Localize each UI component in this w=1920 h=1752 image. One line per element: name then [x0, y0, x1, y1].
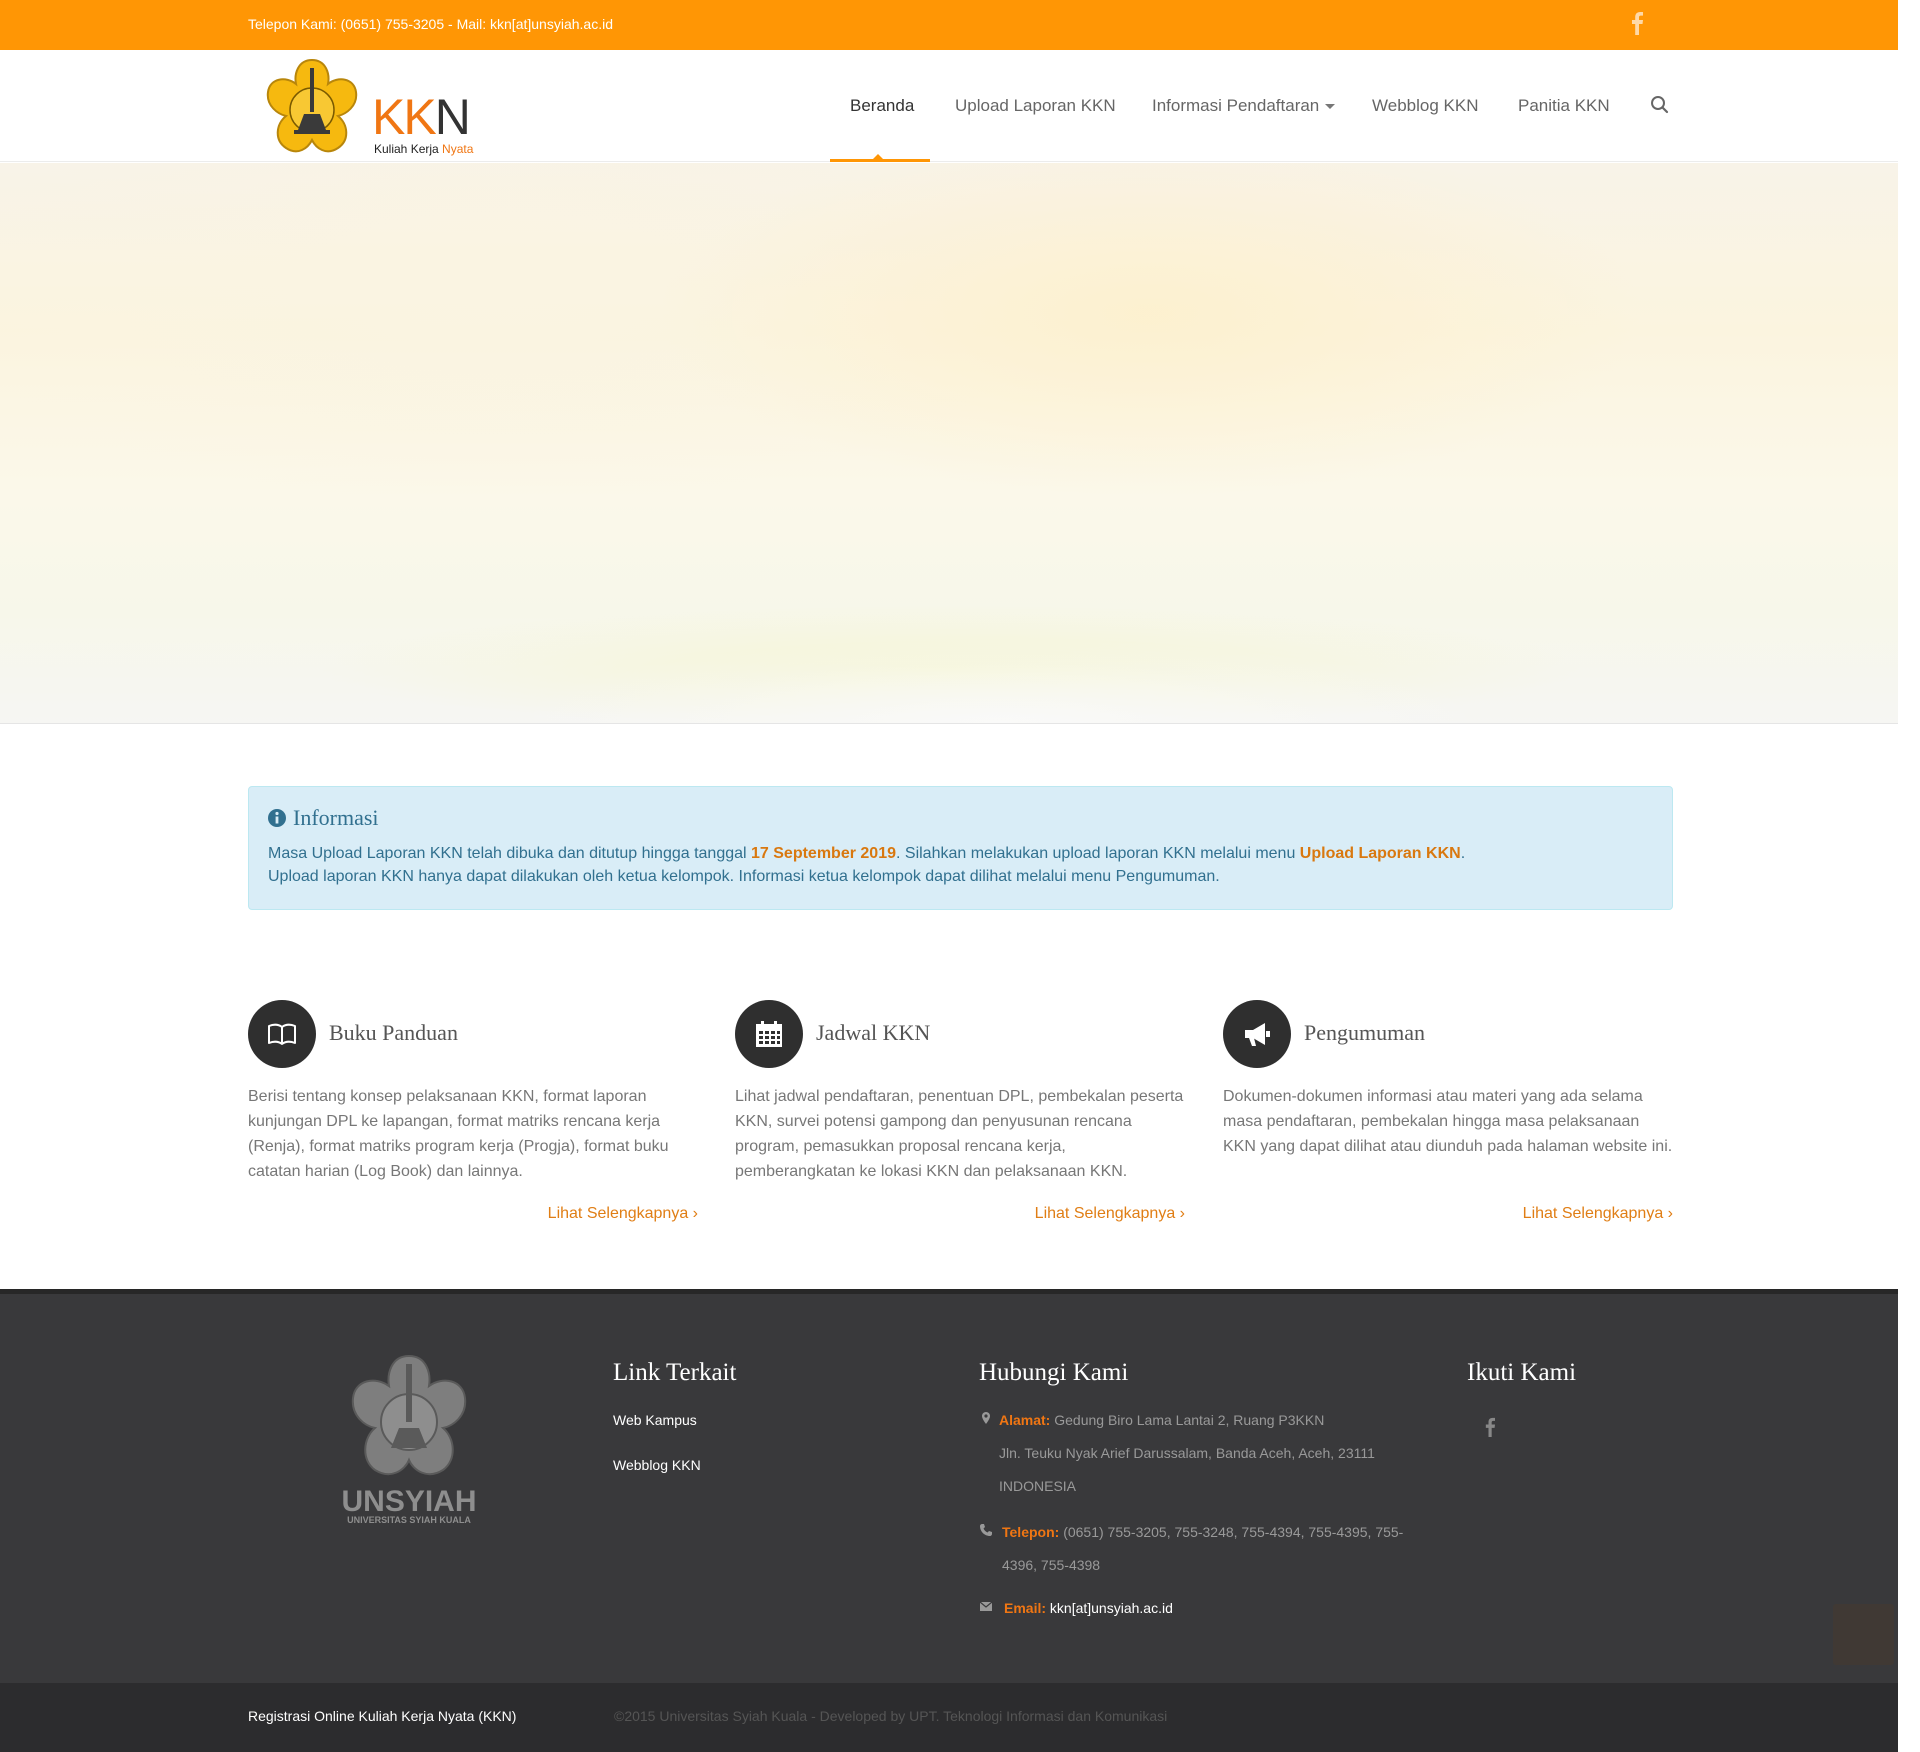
- logo-kk: KK: [372, 89, 437, 145]
- info-line-1-text-a: Masa Upload Laporan KKN telah dibuka dan…: [268, 845, 752, 862]
- info-title-text: Informasi: [293, 805, 379, 830]
- nav-item-informasi-label: Informasi Pendaftaran: [1152, 96, 1320, 115]
- map-marker-icon: [982, 1412, 990, 1424]
- info-icon: [268, 809, 286, 827]
- address-line-2: Jln. Teuku Nyak Arief Darussalam, Banda …: [999, 1445, 1375, 1461]
- top-bar-contact: Telepon Kami: (0651) 755-3205 - Mail: kk…: [248, 16, 613, 32]
- nav-item-panitia[interactable]: Panitia KKN: [1518, 96, 1610, 116]
- unsyiah-logo-subtext: UNIVERSITAS SYIAH KUALA: [347, 1515, 471, 1525]
- nav-item-upload-laporan[interactable]: Upload Laporan KKN: [955, 96, 1116, 116]
- top-bar: Telepon Kami: (0651) 755-3205 - Mail: kk…: [0, 0, 1898, 50]
- header: KKN Kuliah Kerja Nyata Beranda Upload La…: [0, 50, 1898, 162]
- megaphone-icon: [1245, 1023, 1270, 1046]
- phone-line-2: 4396, 755-4398: [1002, 1557, 1101, 1573]
- calendar-icon: [756, 1021, 782, 1047]
- logo-tagline-main: Kuliah Kerja: [374, 142, 443, 156]
- copyright-site-name: Registrasi Online Kuliah Kerja Nyata (KK…: [248, 1708, 517, 1724]
- feature-icon-circle: [735, 1000, 803, 1068]
- caret-down-icon: [1325, 104, 1336, 110]
- logo-tagline-accent: Nyata: [442, 142, 474, 156]
- address-label: Alamat:: [999, 1412, 1051, 1428]
- facebook-icon[interactable]: [1630, 11, 1644, 35]
- unsyiah-logo: UNSYIAH UNIVERSITAS SYIAH KUALA: [341, 1354, 477, 1525]
- phone-line-1: (0651) 755-3205, 755-3248, 755-4394, 755…: [1063, 1524, 1404, 1540]
- link-web-kampus[interactable]: Web Kampus: [613, 1412, 697, 1428]
- phone-label: Telepon:: [1002, 1524, 1060, 1540]
- nav-item-beranda[interactable]: Beranda: [850, 96, 914, 116]
- search-icon[interactable]: [1649, 94, 1671, 116]
- feature-description: Berisi tentang konsep pelaksanaan KKN, f…: [248, 1088, 669, 1180]
- book-icon: [268, 1023, 296, 1045]
- info-line-1-text-b: . Silahkan melakukan upload laporan KKN …: [896, 845, 1300, 862]
- logo-tagline: Kuliah Kerja Nyata: [374, 142, 473, 156]
- unsyiah-logo-text: UNSYIAH: [341, 1485, 476, 1518]
- nav-item-webblog[interactable]: Webblog KKN: [1372, 96, 1478, 116]
- nav-item-informasi-pendaftaran[interactable]: Informasi Pendaftaran: [1152, 96, 1336, 116]
- link-webblog-kkn[interactable]: Webblog KKN: [613, 1457, 701, 1473]
- feature-title: Pengumuman: [1304, 1020, 1425, 1045]
- page: Telepon Kami: (0651) 755-3205 - Mail: kk…: [0, 0, 1898, 1752]
- info-deadline: 17 September 2019: [751, 845, 896, 862]
- follow-title: Ikuti Kami: [1467, 1359, 1577, 1386]
- feature-icon-circle: [1223, 1000, 1291, 1068]
- copyright-bar: Registrasi Online Kuliah Kerja Nyata (KK…: [0, 1683, 1898, 1752]
- info-title: Informasi: [267, 805, 379, 831]
- email-label: Email:: [1004, 1600, 1047, 1616]
- envelope-icon: [979, 1601, 993, 1611]
- info-line-1: Masa Upload Laporan KKN telah dibuka dan…: [268, 845, 1465, 863]
- info-upload-link[interactable]: Upload Laporan KKN: [1300, 845, 1461, 862]
- feature-more-link[interactable]: Lihat Selengkapnya ›: [548, 1205, 698, 1223]
- links-title: Link Terkait: [613, 1359, 737, 1386]
- logo-wordmark: KKN: [372, 89, 471, 145]
- logo-n: N: [434, 89, 471, 145]
- feature-title: Buku Panduan: [329, 1020, 458, 1045]
- copyright-notice: ©2015 Universitas Syiah Kuala - Develope…: [614, 1708, 1168, 1724]
- feature-description: Lihat jadwal pendaftaran, penentuan DPL,…: [735, 1088, 1184, 1180]
- facebook-icon[interactable]: [1484, 1417, 1496, 1437]
- hero-banner: [0, 163, 1898, 724]
- info-line-1-period: .: [1460, 845, 1466, 862]
- footer: UNSYIAH UNIVERSITAS SYIAH KUALA Link Ter…: [0, 1289, 1898, 1683]
- contact-email: Email: kkn[at]unsyiah.ac.id: [1004, 1600, 1173, 1616]
- nav-active-underline: [830, 159, 930, 162]
- feature-more-link[interactable]: Lihat Selengkapnya ›: [1035, 1205, 1185, 1223]
- address-line-3: INDONESIA: [999, 1478, 1077, 1494]
- feature-more-link[interactable]: Lihat Selengkapnya ›: [1523, 1205, 1673, 1223]
- feature-title: Jadwal KKN: [816, 1020, 931, 1045]
- page-scrollbar[interactable]: [1898, 0, 1920, 1752]
- back-to-top-button[interactable]: [1833, 1604, 1894, 1665]
- contact-address: Alamat: Gedung Biro Lama Lantai 2, Ruang…: [999, 1412, 1324, 1428]
- email-link[interactable]: kkn[at]unsyiah.ac.id: [1050, 1600, 1173, 1616]
- contact-phone: Telepon: (0651) 755-3205, 755-3248, 755-…: [1002, 1524, 1403, 1540]
- feature-description: Dokumen-dokumen informasi atau materi ya…: [1223, 1088, 1673, 1155]
- contact-title: Hubungi Kami: [979, 1359, 1129, 1386]
- info-line-2: Upload laporan KKN hanya dapat dilakukan…: [268, 868, 1220, 885]
- address-line-1: Gedung Biro Lama Lantai 2, Ruang P3KKN: [1054, 1412, 1325, 1428]
- info-alert: Informasi Masa Upload Laporan KKN telah …: [248, 786, 1673, 910]
- feature-icon-circle: [248, 1000, 316, 1068]
- phone-icon: [980, 1524, 992, 1536]
